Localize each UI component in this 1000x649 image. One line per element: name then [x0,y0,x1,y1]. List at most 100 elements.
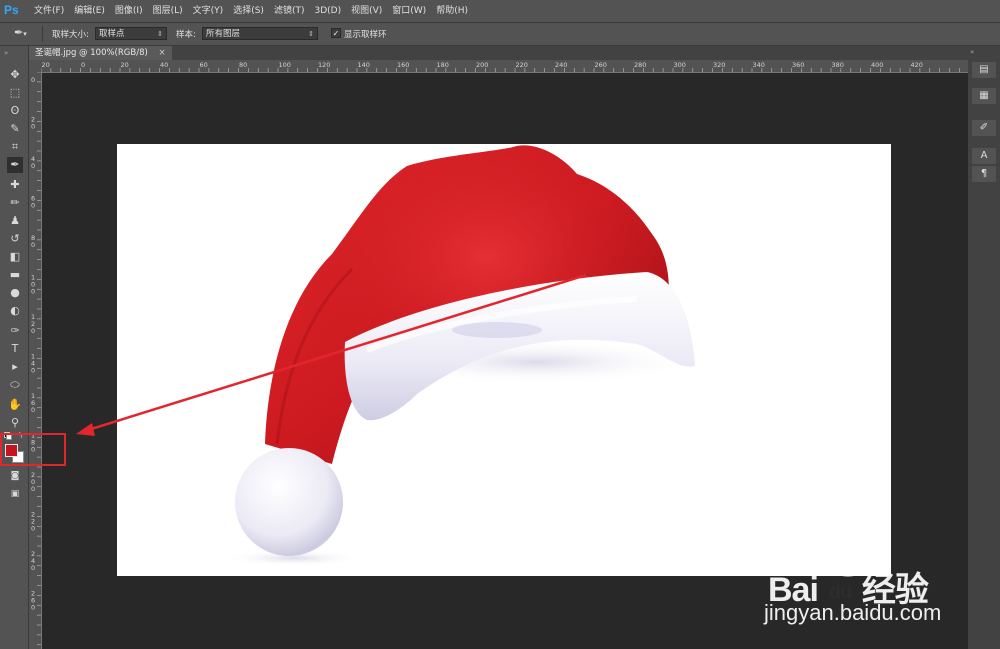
ruler-label: 320 [713,61,725,69]
photoshop-logo[interactable]: Ps [4,2,22,19]
sample-dropdown[interactable]: 所有图层 ⇕ [202,27,318,40]
zoom-tool-icon[interactable]: ⚲ [7,415,23,431]
sample-value: 所有图层 [206,29,241,39]
chevron-updown-icon: ⇕ [308,30,314,38]
gradient-tool-icon[interactable]: ▬ [7,267,23,283]
menu-view[interactable]: 视图(V) [351,0,382,22]
quick-mask-icon[interactable]: ◙ [7,468,23,484]
healing-brush-tool-icon[interactable]: ✚ [7,177,23,193]
ruler-label: 100 [279,61,291,69]
options-bar: ✒▾ 取样大小: 取样点 ⇕ 样本: 所有图层 ⇕ ✓ 显示取样环 [0,23,1000,46]
ruler-label: 420 [911,61,923,69]
dodge-tool-icon[interactable]: ◐ [7,303,23,319]
vertical-ruler-ticks: 020406080100120140160180200220240260 [31,72,41,646]
ruler-label: 280 [634,61,646,69]
annotation-highlight-box [0,433,66,466]
ruler-label: 0 [31,241,35,249]
ruler-label: 140 [358,61,370,69]
ruler-label: 0 [31,327,35,335]
close-icon[interactable]: × [159,48,166,58]
ruler-label: 60 [200,61,208,69]
menu-filter[interactable]: 滤镜(T) [274,0,305,22]
character-panel-icon[interactable]: A [972,148,996,164]
menu-edit[interactable]: 编辑(E) [74,0,105,22]
ruler-label: 0 [31,485,35,493]
menu-layer[interactable]: 图层(L) [153,0,183,22]
ruler-label: 360 [792,61,804,69]
ruler-label: 40 [160,61,168,69]
baidu-jingyan-watermark: Bai du 经验 jingyan.baidu.com [764,544,984,638]
ruler-label: 80 [239,61,247,69]
menu-items: 文件(F) 编辑(E) 图像(I) 图层(L) 文字(Y) 选择(S) 滤镜(T… [34,0,478,22]
pen-tool-icon[interactable]: ✑ [7,323,23,339]
menu-window[interactable]: 窗口(W) [392,0,426,22]
brush-tool-icon[interactable]: ✏ [7,195,23,211]
type-tool-icon[interactable]: T [7,341,23,357]
ruler-label: 240 [555,61,567,69]
document-tab[interactable]: 圣诞帽.jpg @ 100%(RGB/8) × [29,46,172,60]
ruler-label: 20 [121,61,129,69]
path-select-tool-icon[interactable]: ▸ [7,359,23,375]
show-ring-label: 显示取样环 [344,30,387,40]
ruler-label: 120 [318,61,330,69]
vertical-ruler[interactable]: 020406080100120140160180200220240260 [29,72,42,649]
crop-tool-icon[interactable]: ⌗ [7,139,23,155]
document-canvas[interactable] [117,144,891,576]
ruler-label: 0 [81,61,85,69]
history-brush-tool-icon[interactable]: ↺ [7,231,23,247]
ruler-label: 0 [31,202,35,210]
ruler-label: 260 [595,61,607,69]
ruler-label: 380 [832,61,844,69]
expand-panels-icon[interactable]: « [970,48,974,56]
toolbox: » ✥ ⬚ ʘ ✎ ⌗ ✒ ✚ ✏ ♟ ↺ ◧ ▬ ● ◐ ✑ T ▸ ⬭ ✋ … [0,46,29,649]
screen-mode-icon[interactable]: ▣ [7,486,23,502]
lasso-tool-icon[interactable]: ʘ [7,103,23,119]
horizontal-ruler[interactable]: 20 0 20 40 60 80 100 120 140 160 180 200 220 240 260 28… [41,60,968,73]
ruler-label: 0 [31,367,35,375]
blur-tool-icon[interactable]: ● [7,285,23,301]
sample-size-dropdown[interactable]: 取样点 ⇕ [95,27,167,40]
eraser-tool-icon[interactable]: ◧ [7,249,23,265]
ruler-label: 340 [753,61,765,69]
menu-type[interactable]: 文字(Y) [193,0,224,22]
document-tab-label: 圣诞帽.jpg @ 100%(RGB/8) [35,48,148,58]
ruler-label: 0 [31,123,35,131]
move-tool-icon[interactable]: ✥ [7,67,23,83]
quick-select-tool-icon[interactable]: ✎ [7,121,23,137]
ruler-label: 0 [31,288,35,296]
properties-panel-icon[interactable]: ▦ [972,88,996,104]
menu-3d[interactable]: 3D(D) [314,0,341,22]
sample-size-value: 取样点 [99,29,125,39]
menu-image[interactable]: 图像(I) [115,0,143,22]
paragraph-panel-icon[interactable]: ¶ [972,166,996,182]
eyedropper-tool-icon[interactable]: ✒ [7,157,23,173]
brush-panel-icon[interactable]: ✐ [972,120,996,136]
history-panel-icon[interactable]: ▤ [972,62,996,78]
menu-help[interactable]: 帮助(H) [436,0,468,22]
ruler-label: 0 [31,76,35,84]
ruler-label: 0 [31,604,35,612]
hand-tool-icon[interactable]: ✋ [7,397,23,413]
shape-tool-icon[interactable]: ⬭ [7,377,23,393]
menu-select[interactable]: 选择(S) [233,0,264,22]
menu-file[interactable]: 文件(F) [34,0,64,22]
ruler-label: 160 [397,61,409,69]
ruler-label: 0 [31,564,35,572]
eyedropper-preset-icon[interactable]: ✒▾ [14,26,27,39]
marquee-tool-icon[interactable]: ⬚ [7,85,23,101]
ruler-label: 300 [674,61,686,69]
ruler-label: 0 [31,162,35,170]
show-ring-checkbox[interactable]: ✓ [331,28,341,38]
ruler-label: 220 [516,61,528,69]
santa-hat-image [224,145,697,566]
chevron-updown-icon: ⇕ [157,30,163,38]
menu-bar: Ps 文件(F) 编辑(E) 图像(I) 图层(L) 文字(Y) 选择(S) 滤… [0,0,1000,23]
ruler-label: 400 [871,61,883,69]
clone-stamp-tool-icon[interactable]: ♟ [7,213,23,229]
watermark-url: jingyan.baidu.com [764,600,942,625]
ruler-label: 200 [476,61,488,69]
collapse-toolbox-icon[interactable]: » [4,49,8,57]
ruler-label: 20 [42,61,50,69]
ruler-label: 0 [31,406,35,414]
document-tab-bar: 圣诞帽.jpg @ 100%(RGB/8) × [29,46,968,60]
